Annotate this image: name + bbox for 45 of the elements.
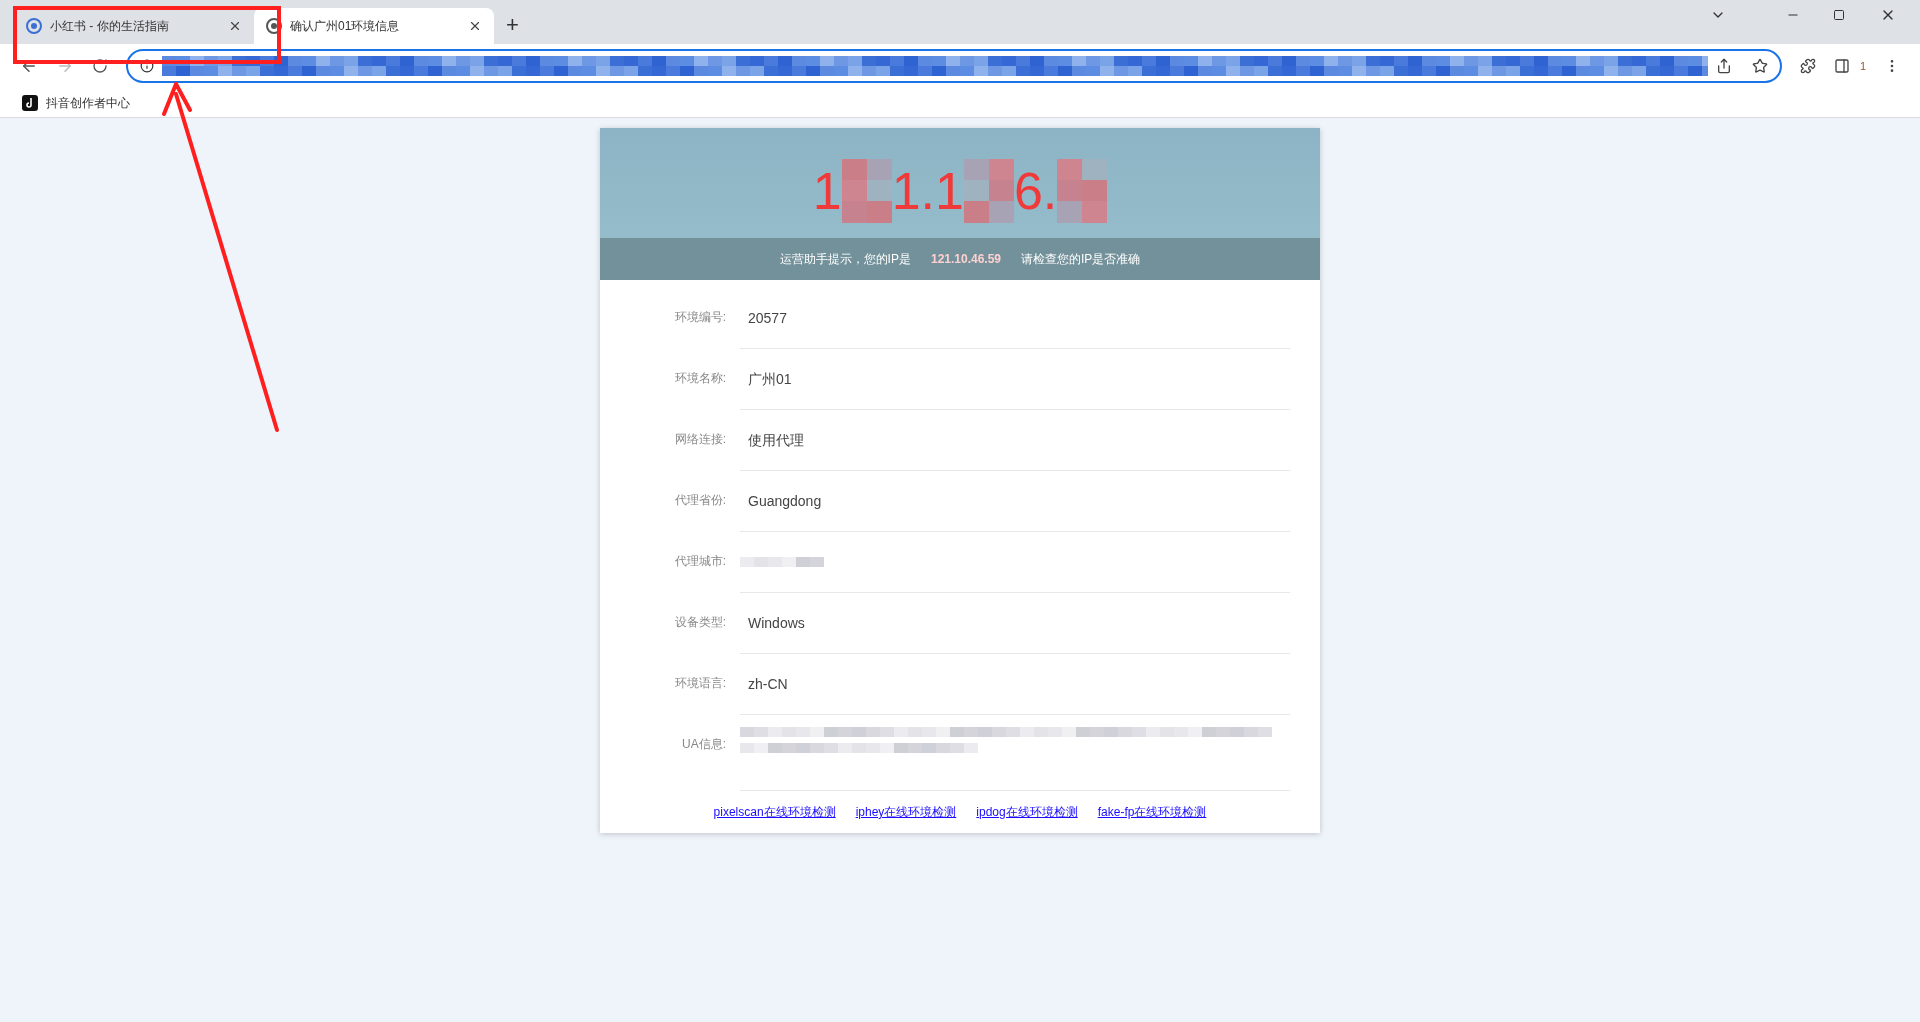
- field-label: 代理省份:: [674, 492, 726, 509]
- field-label: UA信息:: [682, 736, 726, 753]
- field-value: Windows: [747, 613, 805, 633]
- ip-address: 1.1: [891, 165, 964, 217]
- field-label: 代理城市:: [674, 553, 726, 570]
- tab-title: 小红书 - 你的生活指南: [50, 18, 170, 35]
- field-label: 网络连接:: [674, 431, 726, 448]
- music-note-icon: [22, 94, 38, 111]
- share-icon[interactable]: [1715, 58, 1732, 74]
- globe-icon: [266, 18, 282, 34]
- field-label: 设备类型:: [674, 614, 726, 631]
- side-panel-icon[interactable]: [1833, 58, 1850, 74]
- field-label: 环境编号:: [674, 309, 726, 326]
- close-icon[interactable]: [228, 19, 242, 33]
- extension-count: 1: [1859, 58, 1866, 74]
- detection-link[interactable]: fake-fp在线环境检测: [1097, 803, 1207, 821]
- new-tab-button[interactable]: +: [506, 14, 519, 36]
- star-icon[interactable]: [1751, 58, 1768, 74]
- ip-address: 1: [812, 165, 842, 217]
- ip-text: 121.10.46.59: [930, 251, 1002, 268]
- globe-icon: [26, 18, 42, 34]
- ip-address: 6.: [1013, 165, 1058, 217]
- detection-link[interactable]: iphey在线环境检测: [855, 803, 957, 821]
- detection-link[interactable]: ipdog在线环境检测: [976, 803, 1078, 821]
- field-label: 环境名称:: [674, 370, 726, 387]
- close-icon[interactable]: [468, 19, 482, 33]
- pixelated-digits-drawing: [841, 159, 892, 223]
- field-label: 环境语言:: [674, 675, 726, 692]
- notice-text: 运营助手提示，您的IP是: [779, 251, 911, 268]
- puzzle-icon[interactable]: [1799, 58, 1816, 74]
- notice-text: 请检查您的IP是否准确: [1021, 251, 1141, 268]
- pixelated-digits-drawing: [1057, 159, 1108, 223]
- field-value: 广州01: [747, 369, 792, 389]
- tab-title: 确认广州01环境信息: [290, 18, 401, 35]
- bookmark[interactable]: 抖音创作者中心: [22, 93, 130, 112]
- field-value: 使用代理: [747, 430, 804, 450]
- reload-icon[interactable]: [92, 58, 108, 74]
- pixelated-digits-drawing: [963, 159, 1014, 223]
- browser-tab[interactable]: 确认广州01环境信息: [254, 8, 494, 44]
- field-value: zh-CN: [747, 674, 788, 694]
- field-value: 20577: [747, 308, 787, 328]
- detection-link[interactable]: pixelscan在线环境检测: [713, 803, 836, 821]
- address-bar[interactable]: [126, 49, 1782, 83]
- maximize-icon[interactable]: [1833, 9, 1845, 21]
- field-value: Guangdong: [747, 491, 822, 511]
